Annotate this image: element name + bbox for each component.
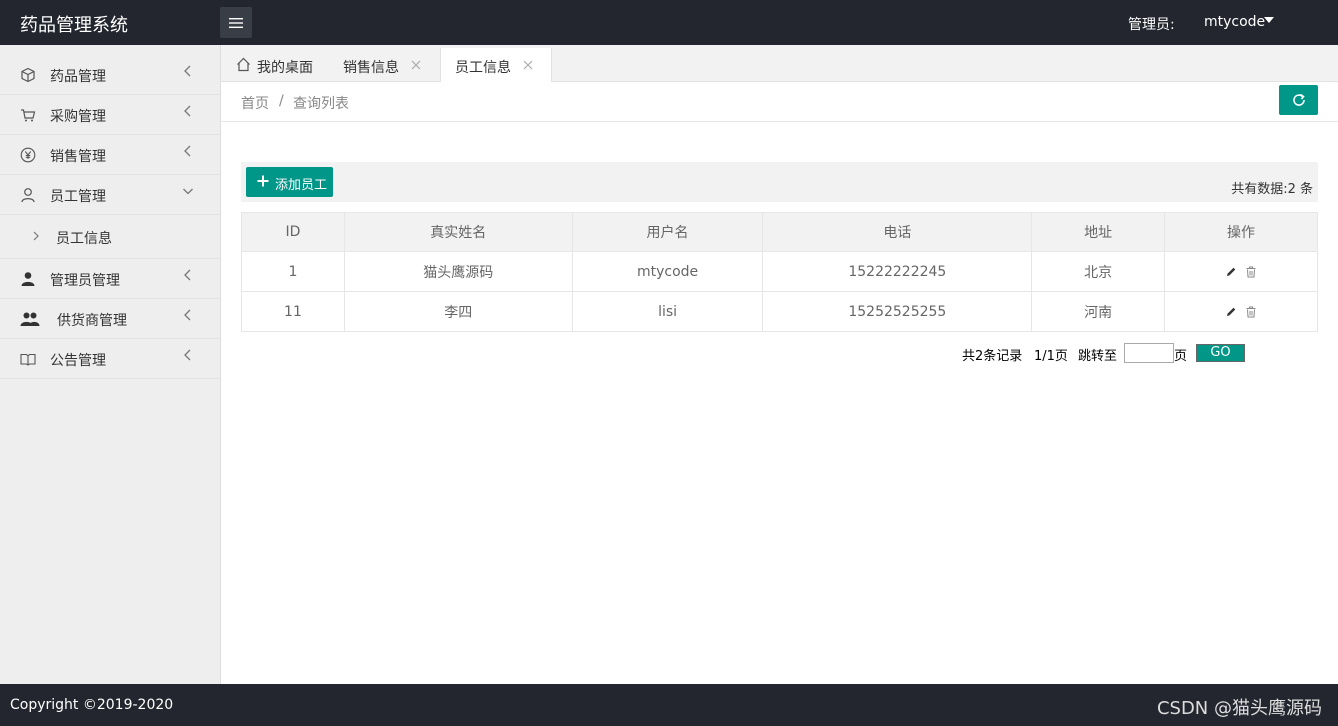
users-icon bbox=[20, 312, 40, 326]
column-header-id: ID bbox=[241, 212, 345, 252]
sidebar-item-drug[interactable]: 药品管理 bbox=[0, 55, 220, 95]
close-icon[interactable] bbox=[523, 60, 533, 70]
home-icon bbox=[237, 57, 250, 72]
chevron-left-icon bbox=[184, 349, 191, 361]
sidebar-item-purchase[interactable]: 采购管理 bbox=[0, 95, 220, 135]
sidebar-item-staff[interactable]: 员工管理 bbox=[0, 175, 220, 215]
app-title: 药品管理系统 bbox=[20, 15, 128, 36]
column-header-actions: 操作 bbox=[1164, 212, 1318, 252]
column-header-name: 真实姓名 bbox=[343, 212, 573, 252]
cell-address: 河南 bbox=[1031, 291, 1166, 332]
pager-page-unit: 页 bbox=[1174, 349, 1188, 364]
sidebar-item-label: 采购管理 bbox=[50, 109, 106, 125]
chevron-left-icon bbox=[184, 65, 191, 77]
cell-name: 猫头鹰源码 bbox=[343, 251, 573, 292]
book-icon bbox=[20, 353, 36, 366]
close-icon[interactable] bbox=[411, 60, 421, 70]
cell-address: 北京 bbox=[1031, 251, 1166, 292]
add-staff-button[interactable]: 添加员工 bbox=[246, 167, 333, 197]
tab-label: 员工信息 bbox=[455, 60, 511, 76]
chevron-down-icon bbox=[183, 188, 193, 195]
table-row: 11 李四 lisi 15252525255 河南 bbox=[241, 291, 1318, 332]
add-staff-label: 添加员工 bbox=[275, 178, 328, 193]
refresh-icon bbox=[1292, 93, 1305, 106]
menu-toggle-button[interactable] bbox=[220, 7, 252, 38]
refresh-button[interactable] bbox=[1279, 85, 1318, 115]
cell-actions bbox=[1164, 251, 1318, 292]
table-row: 1 猫头鹰源码 mtycode 15222222245 北京 bbox=[241, 251, 1318, 292]
cart-icon bbox=[21, 109, 36, 122]
chevron-left-icon bbox=[184, 269, 191, 281]
column-header-username: 用户名 bbox=[571, 212, 764, 252]
cell-phone: 15252525255 bbox=[762, 291, 1033, 332]
staff-table: ID 真实姓名 用户名 电话 地址 操作 1 猫头鹰源码 mtycode 152… bbox=[241, 212, 1318, 332]
edit-icon[interactable] bbox=[1225, 306, 1237, 318]
plus-icon bbox=[257, 175, 269, 187]
sidebar-subitem-staff-info[interactable]: 员工信息 bbox=[0, 215, 220, 259]
sidebar-item-supplier[interactable]: 供货商管理 bbox=[0, 299, 220, 339]
sidebar-item-label: 员工管理 bbox=[50, 189, 106, 205]
sidebar-item-label: 药品管理 bbox=[50, 69, 106, 85]
chevron-right-icon bbox=[33, 231, 39, 241]
watermark-text: CSDN @猫头鹰源码 bbox=[1156, 698, 1322, 719]
tab-sales-info[interactable]: 销售信息 bbox=[329, 48, 440, 82]
total-count: 共有数据:2 条 bbox=[1231, 182, 1313, 197]
breadcrumb: 首页 / 查询列表 bbox=[221, 82, 1338, 122]
caret-down-icon[interactable] bbox=[1264, 17, 1274, 23]
breadcrumb-separator: / bbox=[279, 93, 284, 109]
sidebar: 药品管理 采购管理 销售管理 员工管理 员工信息 管理员管理 供货商管理 公告管… bbox=[0, 45, 221, 684]
admin-label: 管理员: bbox=[1128, 17, 1175, 33]
user-icon bbox=[21, 188, 35, 203]
yen-icon bbox=[20, 147, 36, 163]
footer: Copyright ©2019-2020 CSDN @猫头鹰源码 bbox=[0, 684, 1338, 726]
chevron-left-icon bbox=[184, 145, 191, 157]
sidebar-item-admin[interactable]: 管理员管理 bbox=[0, 259, 220, 299]
sidebar-item-label: 供货商管理 bbox=[57, 313, 127, 329]
cell-username: mtycode bbox=[571, 251, 764, 292]
table-toolbar: 添加员工 共有数据:2 条 bbox=[241, 162, 1318, 202]
column-header-phone: 电话 bbox=[762, 212, 1033, 252]
pager-records: 共2条记录 bbox=[962, 349, 1023, 364]
edit-icon[interactable] bbox=[1225, 266, 1237, 278]
top-header: 药品管理系统 管理员: mtycode bbox=[0, 0, 1338, 45]
copyright-text: Copyright ©2019-2020 bbox=[10, 697, 174, 713]
delete-icon[interactable] bbox=[1245, 266, 1257, 278]
tab-label: 销售信息 bbox=[343, 60, 399, 76]
sidebar-item-sales[interactable]: 销售管理 bbox=[0, 135, 220, 175]
sidebar-subitem-label: 员工信息 bbox=[56, 231, 112, 247]
cell-phone: 15222222245 bbox=[762, 251, 1033, 292]
breadcrumb-home[interactable]: 首页 bbox=[241, 93, 269, 113]
tab-bar: 我的桌面 销售信息 员工信息 bbox=[221, 45, 1338, 82]
cell-name: 李四 bbox=[343, 291, 573, 332]
sidebar-item-label: 公告管理 bbox=[50, 353, 106, 369]
chevron-left-icon bbox=[184, 105, 191, 117]
admin-user-menu[interactable]: mtycode bbox=[1204, 14, 1265, 30]
cell-username: lisi bbox=[571, 291, 764, 332]
go-button[interactable]: GO bbox=[1196, 344, 1245, 362]
delete-icon[interactable] bbox=[1245, 306, 1257, 318]
column-header-address: 地址 bbox=[1031, 212, 1166, 252]
tab-staff-info[interactable]: 员工信息 bbox=[440, 48, 552, 82]
hamburger-icon bbox=[229, 17, 243, 28]
admin-user-icon bbox=[21, 272, 35, 286]
pager-jump-label: 跳转至 bbox=[1078, 349, 1118, 364]
table-header-row: ID 真实姓名 用户名 电话 地址 操作 bbox=[241, 212, 1318, 252]
cube-icon bbox=[21, 67, 35, 83]
page-jump-input[interactable] bbox=[1124, 343, 1174, 363]
tab-label: 我的桌面 bbox=[257, 60, 313, 76]
pager-pages: 1/1页 bbox=[1034, 349, 1068, 364]
sidebar-item-label: 销售管理 bbox=[50, 149, 106, 165]
chevron-left-icon bbox=[184, 309, 191, 321]
sidebar-item-label: 管理员管理 bbox=[50, 273, 120, 289]
cell-id: 1 bbox=[241, 251, 345, 292]
breadcrumb-current: 查询列表 bbox=[293, 96, 349, 112]
tab-desktop[interactable]: 我的桌面 bbox=[221, 48, 329, 82]
cell-id: 11 bbox=[241, 291, 345, 332]
cell-actions bbox=[1164, 291, 1318, 332]
sidebar-item-notice[interactable]: 公告管理 bbox=[0, 339, 220, 379]
